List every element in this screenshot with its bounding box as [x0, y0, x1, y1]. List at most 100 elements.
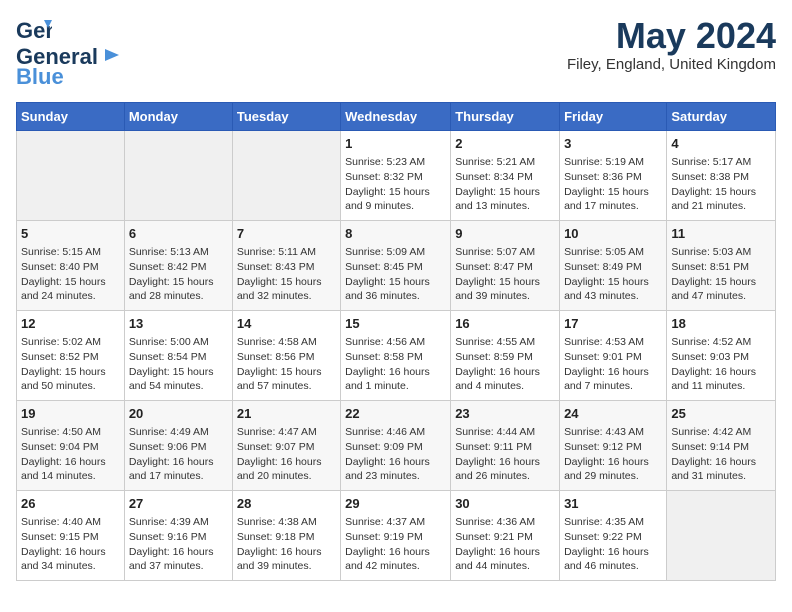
day-info: Sunrise: 4:40 AM Sunset: 9:15 PM Dayligh…: [21, 515, 120, 574]
day-info: Sunrise: 5:00 AM Sunset: 8:54 PM Dayligh…: [129, 335, 228, 394]
day-number: 19: [21, 405, 120, 423]
calendar-header-row: SundayMondayTuesdayWednesdayThursdayFrid…: [17, 103, 776, 131]
calendar-cell: 11 Sunrise: 5:03 AM Sunset: 8:51 PM Dayli…: [667, 221, 776, 311]
calendar-week-row: 12Sunrise: 5:02 AM Sunset: 8:52 PM Dayli…: [17, 311, 776, 401]
location: Filey, England, United Kingdom: [567, 56, 776, 73]
calendar-cell: 12Sunrise: 5:02 AM Sunset: 8:52 PM Dayli…: [17, 311, 125, 401]
calendar-cell: 30 Sunrise: 4:36 AM Sunset: 9:21 PM Dayli…: [451, 491, 560, 581]
day-info: Sunrise: 5:15 AM Sunset: 8:40 PM Dayligh…: [21, 245, 120, 304]
day-info: Sunrise: 5:05 AM Sunset: 8:49 PM Dayligh…: [564, 245, 662, 304]
day-info: Sunrise: 5:21 AM Sunset: 8:34 PM Dayligh…: [455, 155, 555, 214]
calendar-cell: 24 Sunrise: 4:43 AM Sunset: 9:12 PM Dayli…: [560, 401, 667, 491]
calendar-cell: 8Sunrise: 5:09 AM Sunset: 8:45 PM Daylig…: [341, 221, 451, 311]
day-number: 24: [564, 405, 662, 423]
header-saturday: Saturday: [667, 103, 776, 131]
day-number: 11: [671, 225, 771, 243]
calendar-cell: 15 Sunrise: 4:56 AM Sunset: 8:58 PM Dayli…: [341, 311, 451, 401]
day-number: 13: [129, 315, 228, 333]
day-number: 7: [237, 225, 336, 243]
calendar-cell: 5 Sunrise: 5:15 AM Sunset: 8:40 PM Daylig…: [17, 221, 125, 311]
day-number: 17: [564, 315, 662, 333]
day-number: 8: [345, 225, 446, 243]
calendar-week-row: 5 Sunrise: 5:15 AM Sunset: 8:40 PM Daylig…: [17, 221, 776, 311]
calendar-cell: 27 Sunrise: 4:39 AM Sunset: 9:16 PM Dayli…: [124, 491, 232, 581]
calendar-cell: 22 Sunrise: 4:46 AM Sunset: 9:09 PM Dayli…: [341, 401, 451, 491]
calendar-cell: 16Sunrise: 4:55 AM Sunset: 8:59 PM Dayli…: [451, 311, 560, 401]
calendar-cell: 28 Sunrise: 4:38 AM Sunset: 9:18 PM Dayli…: [232, 491, 340, 581]
day-number: 26: [21, 495, 120, 513]
calendar-cell: 21 Sunrise: 4:47 AM Sunset: 9:07 PM Dayli…: [232, 401, 340, 491]
logo-blue: Blue: [16, 64, 64, 90]
day-info: Sunrise: 4:58 AM Sunset: 8:56 PM Dayligh…: [237, 335, 336, 394]
header-thursday: Thursday: [451, 103, 560, 131]
day-number: 21: [237, 405, 336, 423]
day-info: Sunrise: 5:17 AM Sunset: 8:38 PM Dayligh…: [671, 155, 771, 214]
day-number: 27: [129, 495, 228, 513]
calendar-cell: 14 Sunrise: 4:58 AM Sunset: 8:56 PM Dayli…: [232, 311, 340, 401]
calendar-cell: 26 Sunrise: 4:40 AM Sunset: 9:15 PM Dayli…: [17, 491, 125, 581]
day-info: Sunrise: 4:49 AM Sunset: 9:06 PM Dayligh…: [129, 425, 228, 484]
header-friday: Friday: [560, 103, 667, 131]
day-number: 4: [671, 135, 771, 153]
day-info: Sunrise: 4:56 AM Sunset: 8:58 PM Dayligh…: [345, 335, 446, 394]
day-number: 16: [455, 315, 555, 333]
day-info: Sunrise: 4:38 AM Sunset: 9:18 PM Dayligh…: [237, 515, 336, 574]
calendar-cell: 4 Sunrise: 5:17 AM Sunset: 8:38 PM Daylig…: [667, 131, 776, 221]
day-info: Sunrise: 4:42 AM Sunset: 9:14 PM Dayligh…: [671, 425, 771, 484]
header-sunday: Sunday: [17, 103, 125, 131]
day-info: Sunrise: 4:50 AM Sunset: 9:04 PM Dayligh…: [21, 425, 120, 484]
calendar-cell: 25Sunrise: 4:42 AM Sunset: 9:14 PM Dayli…: [667, 401, 776, 491]
day-number: 22: [345, 405, 446, 423]
calendar-cell: 3Sunrise: 5:19 AM Sunset: 8:36 PM Daylig…: [560, 131, 667, 221]
calendar-cell: 18Sunrise: 4:52 AM Sunset: 9:03 PM Dayli…: [667, 311, 776, 401]
calendar-cell: 23Sunrise: 4:44 AM Sunset: 9:11 PM Dayli…: [451, 401, 560, 491]
day-number: 28: [237, 495, 336, 513]
day-info: Sunrise: 5:03 AM Sunset: 8:51 PM Dayligh…: [671, 245, 771, 304]
calendar-cell: 17Sunrise: 4:53 AM Sunset: 9:01 PM Dayli…: [560, 311, 667, 401]
day-info: Sunrise: 4:36 AM Sunset: 9:21 PM Dayligh…: [455, 515, 555, 574]
title-block: May 2024 Filey, England, United Kingdom: [567, 16, 776, 73]
calendar-cell: 19 Sunrise: 4:50 AM Sunset: 9:04 PM Dayli…: [17, 401, 125, 491]
day-number: 5: [21, 225, 120, 243]
logo-icon: General: [16, 16, 52, 46]
day-number: 30: [455, 495, 555, 513]
calendar-cell: 13 Sunrise: 5:00 AM Sunset: 8:54 PM Dayli…: [124, 311, 232, 401]
day-number: 20: [129, 405, 228, 423]
day-info: Sunrise: 4:47 AM Sunset: 9:07 PM Dayligh…: [237, 425, 336, 484]
calendar-cell: 9Sunrise: 5:07 AM Sunset: 8:47 PM Daylig…: [451, 221, 560, 311]
logo-arrow-icon: [101, 46, 119, 64]
calendar-cell: 1Sunrise: 5:23 AM Sunset: 8:32 PM Daylig…: [341, 131, 451, 221]
day-info: Sunrise: 5:11 AM Sunset: 8:43 PM Dayligh…: [237, 245, 336, 304]
day-number: 15: [345, 315, 446, 333]
calendar-cell: 7 Sunrise: 5:11 AM Sunset: 8:43 PM Daylig…: [232, 221, 340, 311]
calendar-table: SundayMondayTuesdayWednesdayThursdayFrid…: [16, 102, 776, 581]
calendar-cell: [667, 491, 776, 581]
calendar-cell: [232, 131, 340, 221]
calendar-cell: 31Sunrise: 4:35 AM Sunset: 9:22 PM Dayli…: [560, 491, 667, 581]
day-info: Sunrise: 4:39 AM Sunset: 9:16 PM Dayligh…: [129, 515, 228, 574]
day-number: 31: [564, 495, 662, 513]
day-number: 6: [129, 225, 228, 243]
calendar-cell: 29Sunrise: 4:37 AM Sunset: 9:19 PM Dayli…: [341, 491, 451, 581]
calendar-cell: [17, 131, 125, 221]
calendar-cell: 6Sunrise: 5:13 AM Sunset: 8:42 PM Daylig…: [124, 221, 232, 311]
day-info: Sunrise: 4:37 AM Sunset: 9:19 PM Dayligh…: [345, 515, 446, 574]
calendar-week-row: 19 Sunrise: 4:50 AM Sunset: 9:04 PM Dayli…: [17, 401, 776, 491]
calendar-cell: 10 Sunrise: 5:05 AM Sunset: 8:49 PM Dayli…: [560, 221, 667, 311]
calendar-week-row: 1Sunrise: 5:23 AM Sunset: 8:32 PM Daylig…: [17, 131, 776, 221]
header-monday: Monday: [124, 103, 232, 131]
day-number: 9: [455, 225, 555, 243]
day-number: 10: [564, 225, 662, 243]
day-info: Sunrise: 4:43 AM Sunset: 9:12 PM Dayligh…: [564, 425, 662, 484]
day-number: 14: [237, 315, 336, 333]
calendar-cell: 2 Sunrise: 5:21 AM Sunset: 8:34 PM Daylig…: [451, 131, 560, 221]
day-number: 12: [21, 315, 120, 333]
day-info: Sunrise: 4:46 AM Sunset: 9:09 PM Dayligh…: [345, 425, 446, 484]
page-header: General General Blue May 2024 Filey, Eng…: [16, 16, 776, 90]
day-number: 3: [564, 135, 662, 153]
header-tuesday: Tuesday: [232, 103, 340, 131]
day-info: Sunrise: 4:44 AM Sunset: 9:11 PM Dayligh…: [455, 425, 555, 484]
header-wednesday: Wednesday: [341, 103, 451, 131]
calendar-week-row: 26 Sunrise: 4:40 AM Sunset: 9:15 PM Dayli…: [17, 491, 776, 581]
day-number: 2: [455, 135, 555, 153]
